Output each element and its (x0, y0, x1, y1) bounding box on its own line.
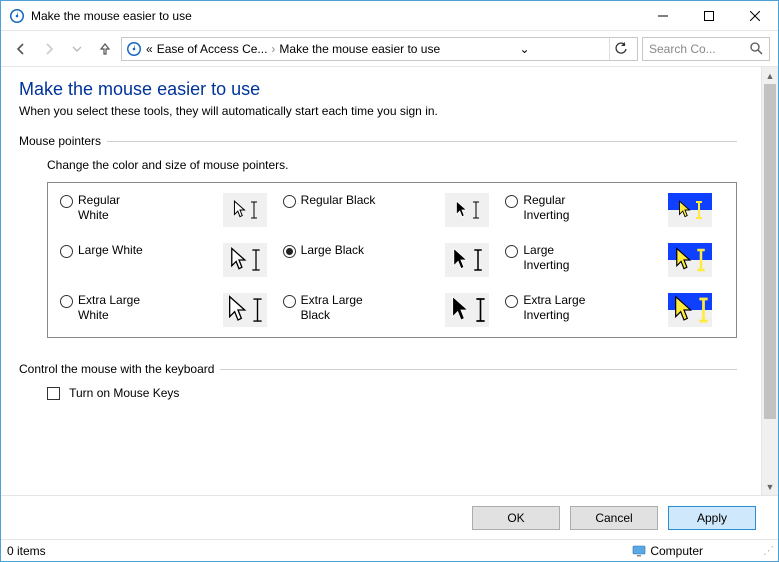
group-mouse-pointers: Mouse pointers (19, 134, 737, 148)
option-extra-large-black[interactable]: Extra Large Black (281, 293, 504, 327)
group-keyboard-mouse: Control the mouse with the keyboard (19, 362, 737, 376)
option-regular-white[interactable]: Regular White (58, 193, 281, 227)
radio[interactable] (505, 195, 518, 208)
option-label: Regular Inverting (523, 193, 599, 223)
cursor-preview (223, 243, 267, 277)
option-label: Regular Black (301, 193, 377, 208)
radio[interactable] (60, 295, 73, 308)
status-location: Computer (650, 544, 703, 558)
search-input[interactable]: Search Co... (642, 37, 770, 61)
option-label: Regular White (78, 193, 154, 223)
cursor-preview (668, 243, 712, 277)
apply-button[interactable]: Apply (668, 506, 756, 530)
page-subheading: When you select these tools, they will a… (19, 104, 737, 118)
scroll-down-button[interactable]: ▼ (762, 478, 778, 495)
cursor-preview (223, 293, 267, 327)
group-title: Control the mouse with the keyboard (19, 362, 214, 376)
refresh-button[interactable] (609, 38, 633, 60)
option-large-inverting[interactable]: Large Inverting (503, 243, 726, 277)
cursor-preview (668, 193, 712, 227)
divider (107, 141, 737, 142)
radio[interactable] (283, 195, 296, 208)
address-dropdown[interactable]: ⌄ (520, 42, 530, 56)
minimize-button[interactable] (640, 1, 686, 31)
dialog-footer: OK Cancel Apply (1, 495, 778, 539)
option-label: Large Inverting (523, 243, 599, 273)
breadcrumb-seg2[interactable]: Make the mouse easier to use (279, 42, 440, 56)
radio[interactable] (60, 245, 73, 258)
option-label: Extra Large White (78, 293, 154, 323)
navbar: « Ease of Access Ce... › Make the mouse … (1, 31, 778, 67)
pointer-options-box: Regular White Regular Black (47, 182, 737, 338)
breadcrumb-prefix: « (146, 42, 153, 56)
option-regular-black[interactable]: Regular Black (281, 193, 504, 227)
ok-button[interactable]: OK (472, 506, 560, 530)
option-regular-inverting[interactable]: Regular Inverting (503, 193, 726, 227)
radio[interactable] (505, 245, 518, 258)
option-label: Extra Large Inverting (523, 293, 599, 323)
cursor-preview (445, 193, 489, 227)
content-area: Make the mouse easier to use When you se… (1, 67, 761, 495)
search-placeholder: Search Co... (649, 42, 716, 56)
forward-button[interactable] (37, 37, 61, 61)
chevron-right-icon[interactable]: › (271, 42, 275, 56)
mouse-keys-row[interactable]: Turn on Mouse Keys (47, 386, 737, 400)
scroll-up-button[interactable]: ▲ (762, 67, 778, 84)
cursor-preview (445, 243, 489, 277)
page-heading: Make the mouse easier to use (19, 79, 737, 100)
checkbox-mouse-keys[interactable] (47, 387, 60, 400)
option-label: Large White (78, 243, 154, 258)
divider (220, 369, 737, 370)
radio[interactable] (283, 245, 296, 258)
cancel-button[interactable]: Cancel (570, 506, 658, 530)
back-button[interactable] (9, 37, 33, 61)
option-large-white[interactable]: Large White (58, 243, 281, 277)
search-icon (750, 42, 763, 55)
group-title: Mouse pointers (19, 134, 101, 148)
checkbox-label: Turn on Mouse Keys (69, 386, 179, 400)
status-items: 0 items (7, 544, 46, 558)
cursor-preview (668, 293, 712, 327)
option-extra-large-inverting[interactable]: Extra Large Inverting (503, 293, 726, 327)
window-title: Make the mouse easier to use (31, 9, 640, 23)
group-desc: Change the color and size of mouse point… (47, 158, 737, 172)
option-label: Large Black (301, 243, 377, 258)
address-bar[interactable]: « Ease of Access Ce... › Make the mouse … (121, 37, 638, 61)
radio[interactable] (60, 195, 73, 208)
option-extra-large-white[interactable]: Extra Large White (58, 293, 281, 327)
maximize-button[interactable] (686, 1, 732, 31)
status-bar: 0 items Computer ⋰ (1, 539, 778, 561)
radio[interactable] (283, 295, 296, 308)
titlebar: Make the mouse easier to use (1, 1, 778, 31)
scroll-thumb[interactable] (764, 84, 776, 419)
close-button[interactable] (732, 1, 778, 31)
option-large-black[interactable]: Large Black (281, 243, 504, 277)
cursor-preview (445, 293, 489, 327)
scroll-track[interactable] (762, 84, 778, 478)
vertical-scrollbar[interactable]: ▲ ▼ (761, 67, 778, 495)
recent-dropdown[interactable] (65, 37, 89, 61)
up-button[interactable] (93, 37, 117, 61)
cursor-preview (223, 193, 267, 227)
resize-grip[interactable]: ⋰ (763, 544, 772, 557)
ease-of-access-icon (9, 8, 25, 24)
option-label: Extra Large Black (301, 293, 377, 323)
radio[interactable] (505, 295, 518, 308)
computer-icon (632, 545, 646, 557)
breadcrumb-seg1[interactable]: Ease of Access Ce... (157, 42, 268, 56)
ease-of-access-icon (126, 41, 142, 57)
